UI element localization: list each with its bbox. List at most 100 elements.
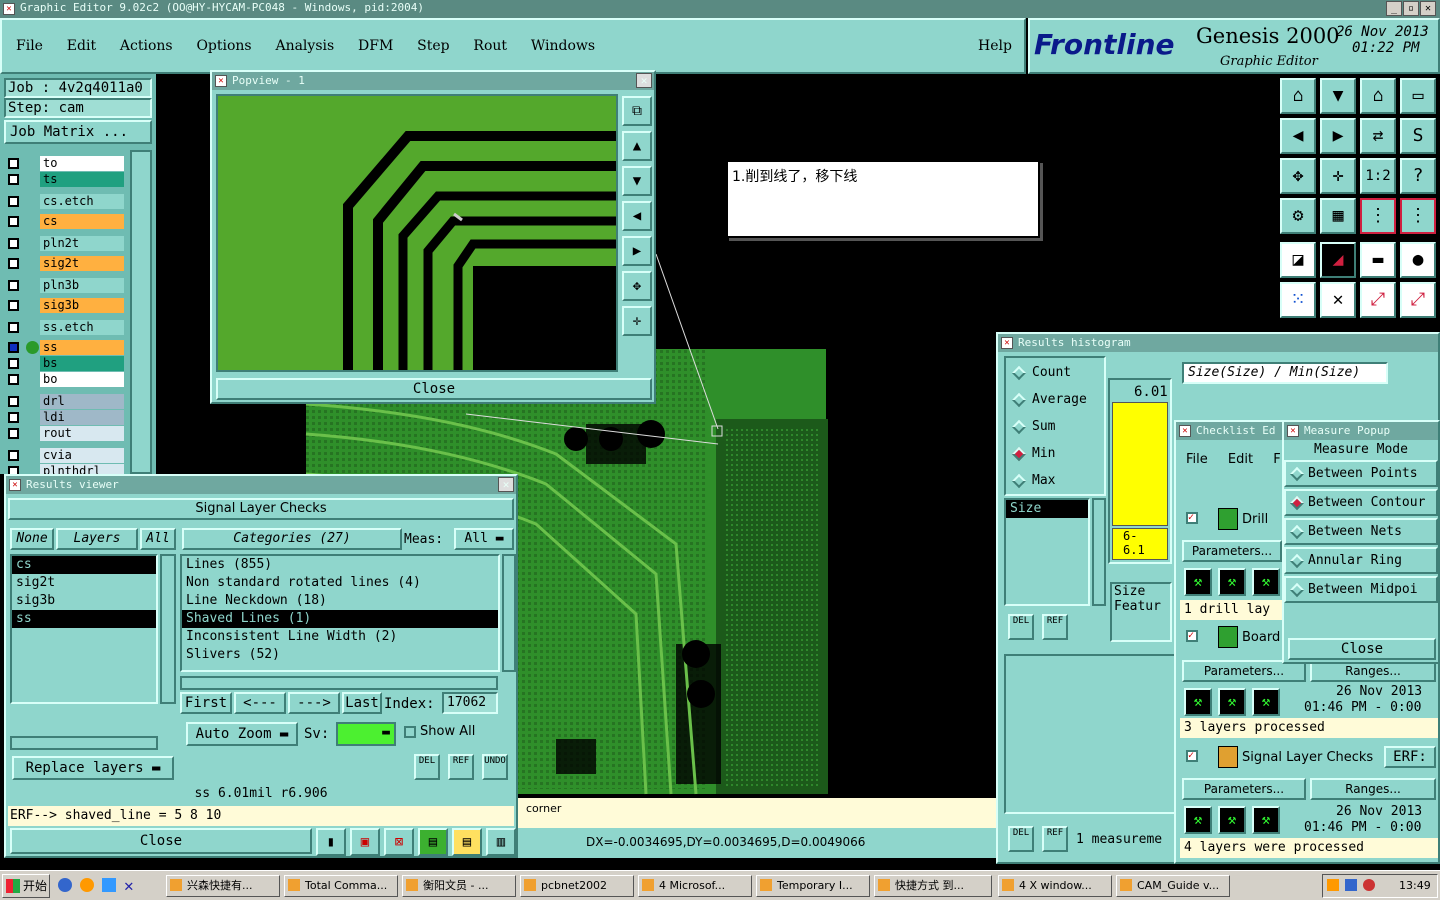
popview-close-icon[interactable]: ✕ <box>636 73 652 88</box>
layer-name[interactable]: ts <box>40 172 124 187</box>
net-icon[interactable]: ⋮ <box>1360 198 1396 234</box>
link-icon[interactable]: ⤢ <box>1360 282 1396 318</box>
category-item[interactable]: Inconsistent Line Width (2) <box>182 628 498 646</box>
layer-checkbox[interactable] <box>8 196 19 207</box>
measure-option[interactable]: Annular Ring <box>1284 547 1438 574</box>
categories-button[interactable]: Categories (27) <box>182 528 402 550</box>
histogram-option[interactable]: Count <box>1010 364 1104 384</box>
layer-name[interactable]: sig2t <box>40 256 124 271</box>
layer-row[interactable]: ldi <box>6 410 124 426</box>
drill-run-icon[interactable]: ⚒ <box>1184 568 1212 596</box>
signal-run3-icon[interactable]: ⚒ <box>1252 806 1280 834</box>
layer-checkbox[interactable] <box>8 280 19 291</box>
undo-icon[interactable]: UNDO <box>482 754 508 780</box>
nodes-icon[interactable]: ⁙ <box>1280 282 1316 318</box>
popview-center-icon[interactable]: ✛ <box>622 306 652 336</box>
quick-icon-3[interactable] <box>102 878 116 892</box>
layer-list-item[interactable]: sig2t <box>12 574 156 592</box>
categories-hscroll[interactable] <box>180 676 498 690</box>
taskbar-button[interactable]: 快捷方式 到... <box>874 875 992 897</box>
zoom-house-icon[interactable]: ⌂ <box>1360 78 1396 114</box>
measure-option[interactable]: Between Midpoi <box>1284 576 1438 603</box>
layers-listbox[interactable]: cs sig2t sig3b ss <box>10 554 158 704</box>
layer-row[interactable]: sig3b <box>6 298 124 314</box>
results-close-button[interactable]: Close <box>10 828 312 854</box>
layer-row[interactable]: pln3b <box>6 278 124 294</box>
drill-run3-icon[interactable]: ⚒ <box>1252 568 1280 596</box>
quick-icon-2[interactable] <box>80 878 94 892</box>
radio-icon[interactable] <box>1289 466 1305 482</box>
circle-icon[interactable]: ● <box>1400 242 1436 278</box>
menu-rout[interactable]: Rout <box>473 38 507 54</box>
popview-canvas[interactable] <box>216 94 618 372</box>
layer-row[interactable]: drl <box>6 394 124 410</box>
popview-right-icon[interactable]: ▶ <box>622 236 652 266</box>
center-icon[interactable]: ✛ <box>1320 158 1356 194</box>
menu-edit[interactable]: Edit <box>67 38 96 54</box>
hist-ref-icon[interactable]: REF <box>1042 614 1068 640</box>
bar-icon-4[interactable]: ▤ <box>418 828 448 856</box>
taskbar-button[interactable]: 4 Microsof... <box>638 875 752 897</box>
settings-icon[interactable]: ⚙ <box>1280 198 1316 234</box>
bar-icon-1[interactable]: ▮ <box>316 828 346 856</box>
layer-checkbox[interactable] <box>8 396 19 407</box>
signal-ranges-button[interactable]: Ranges... <box>1310 778 1436 800</box>
menu-step[interactable]: Step <box>417 38 449 54</box>
hist-ref2-icon[interactable]: REF <box>1042 826 1068 852</box>
show-all-checkbox[interactable] <box>404 726 416 738</box>
layer-row[interactable]: bs <box>6 356 124 372</box>
index-input[interactable]: 17062 <box>442 692 498 714</box>
popview-fit-icon[interactable]: ✥ <box>622 271 652 301</box>
measure-icon[interactable]: ◢ <box>1320 242 1356 278</box>
layer-name[interactable]: bo <box>40 372 124 387</box>
menu-windows[interactable]: Windows <box>531 38 595 54</box>
layer-row[interactable]: rout <box>6 426 124 442</box>
histogram-size-scroll[interactable] <box>1092 498 1106 606</box>
all-button[interactable]: All <box>140 528 176 550</box>
tray-icon-2[interactable] <box>1345 879 1357 891</box>
histogram-option[interactable]: Average <box>1010 391 1104 411</box>
job-matrix-button[interactable]: Job Matrix ... <box>4 120 152 144</box>
layer-row[interactable]: cs.etch <box>6 194 124 210</box>
menu-analysis[interactable]: Analysis <box>275 38 334 54</box>
zoom-page-icon[interactable]: ▭ <box>1400 78 1436 114</box>
fit-icon[interactable]: ✥ <box>1280 158 1316 194</box>
layer-name[interactable]: drl <box>40 394 124 409</box>
first-button[interactable]: First <box>180 692 232 714</box>
layer-name[interactable]: sig3b <box>40 298 124 313</box>
radio-icon[interactable] <box>1011 473 1027 489</box>
layer-list-item[interactable]: cs <box>12 556 156 574</box>
layer-row[interactable]: cvia <box>6 448 124 464</box>
layer-row[interactable]: pln2t <box>6 236 124 252</box>
sv-color-select[interactable]: ▬ <box>336 722 396 746</box>
bar-icon-5[interactable]: ▤ <box>452 828 482 856</box>
menu-options[interactable]: Options <box>196 38 251 54</box>
layer-checkbox[interactable] <box>8 258 19 269</box>
tray-icon-1[interactable] <box>1327 879 1339 891</box>
signal-params-button[interactable]: Parameters... <box>1182 778 1306 800</box>
measure-option[interactable]: Between Contour <box>1284 489 1438 516</box>
start-button[interactable]: 开始 <box>2 874 50 898</box>
category-item[interactable]: Lines (855) <box>182 556 498 574</box>
snap-icon[interactable]: S <box>1400 118 1436 154</box>
cross-icon[interactable]: ✕ <box>1320 282 1356 318</box>
layer-row[interactable]: ss.etch <box>6 320 124 336</box>
menu-dfm[interactable]: DFM <box>358 38 393 54</box>
minimize-button[interactable]: _ <box>1386 1 1402 16</box>
menu-actions[interactable]: Actions <box>120 38 173 54</box>
layer-checkbox[interactable] <box>8 216 19 227</box>
checklist-menu-file[interactable]: File <box>1186 452 1208 467</box>
board-run-icon[interactable]: ⚒ <box>1184 688 1212 716</box>
layer-checkbox[interactable] <box>8 300 19 311</box>
taskbar-button[interactable]: 衡阳文员 - ... <box>402 875 516 897</box>
tray-icon-3[interactable] <box>1363 879 1375 891</box>
category-item[interactable]: Line Neckdown (18) <box>182 592 498 610</box>
close-button[interactable]: ✕ <box>1420 1 1436 16</box>
layer-checkbox[interactable] <box>8 374 19 385</box>
histogram-icon[interactable]: ▥ <box>486 828 516 856</box>
drill-params-button[interactable]: Parameters... <box>1182 540 1282 562</box>
select-icon[interactable]: ◪ <box>1280 242 1316 278</box>
layer-checkbox[interactable] <box>8 358 19 369</box>
layers-button[interactable]: Layers <box>56 528 138 550</box>
zoom-down-icon[interactable]: ▼ <box>1320 78 1356 114</box>
